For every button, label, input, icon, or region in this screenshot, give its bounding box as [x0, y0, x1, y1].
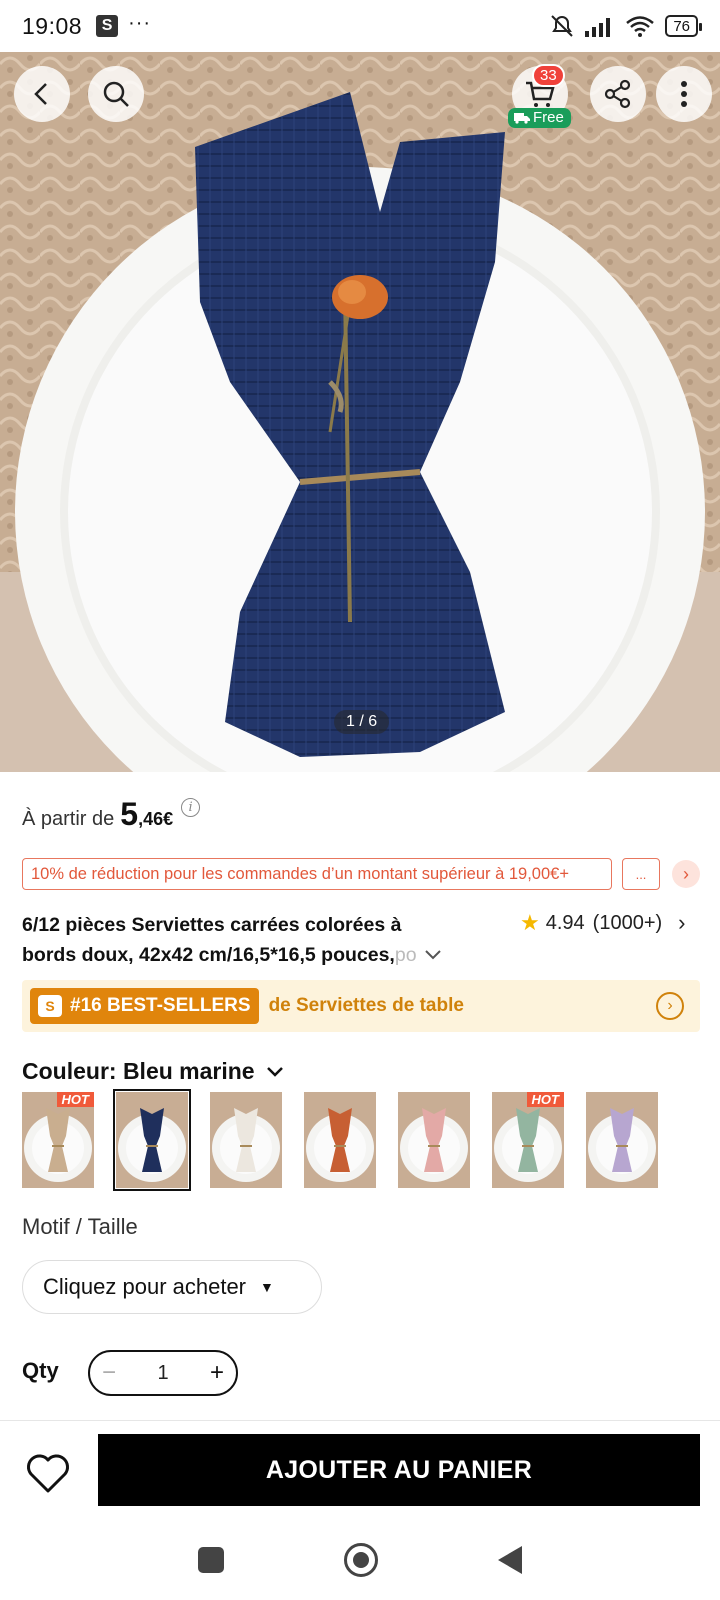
status-bar: 19:08 S ··· 76 [0, 0, 720, 52]
price-main: 5 [120, 796, 139, 832]
add-to-cart-button[interactable]: AJOUTER AU PANIER [98, 1434, 700, 1506]
wifi-icon [626, 16, 655, 37]
color-swatch-lavender[interactable] [586, 1092, 658, 1188]
cart-count-badge: 33 [532, 64, 565, 87]
promo-text: 10% de réduction pour les commandes d’un… [31, 864, 569, 883]
chevron-right-icon: › [683, 863, 689, 884]
share-icon [604, 79, 631, 109]
title-line-2: bords doux, 42x42 cm/16,5*16,5 pouces, p… [22, 940, 467, 970]
color-swatch-pink[interactable] [398, 1092, 470, 1188]
color-swatch-beige[interactable]: HOT [22, 1092, 94, 1188]
product-image-carousel[interactable]: 33 Free 1 / 6 [0, 52, 720, 772]
chevron-down-icon [266, 1066, 283, 1077]
bestseller-category: de Serviettes de table [268, 995, 464, 1016]
info-icon[interactable]: i [181, 798, 201, 817]
qty-value[interactable]: 1 [157, 1362, 168, 1385]
qty-decrease-button[interactable]: − [102, 1359, 116, 1387]
rating[interactable]: ★ 4.94 (1000+) › [520, 910, 686, 936]
status-icons: 76 [549, 14, 702, 38]
free-label: Free [533, 109, 564, 126]
search-icon [103, 81, 129, 107]
status-time: 19:08 [22, 12, 83, 39]
more-options-button[interactable] [656, 66, 712, 122]
price-prefix: À partir de [22, 808, 115, 830]
hot-tag: HOT [56, 1092, 94, 1107]
mute-icon [551, 15, 574, 37]
home-icon[interactable] [344, 1543, 378, 1577]
battery-icon: 76 [665, 15, 702, 37]
signal-icon [585, 18, 611, 37]
star-icon: ★ [520, 910, 540, 935]
free-shipping-badge: Free [508, 108, 571, 128]
swatch-thumbnail [210, 1092, 282, 1188]
color-swatch-navy[interactable] [113, 1089, 191, 1191]
chevron-right-circle-icon[interactable]: › [656, 992, 684, 1020]
review-count: (1000+) [592, 911, 663, 934]
color-swatch-sage[interactable]: HOT [492, 1092, 564, 1188]
share-button[interactable] [590, 66, 646, 122]
bestseller-banner[interactable]: S #16 BEST-SELLERS de Serviettes de tabl… [22, 980, 700, 1032]
swatch-thumbnail [116, 1092, 188, 1188]
chevron-left-icon [34, 83, 47, 105]
more-notifications-icon: ··· [128, 11, 152, 34]
back-button[interactable] [14, 66, 70, 122]
bestseller-badge: S #16 BEST-SELLERS [30, 988, 259, 1024]
product-photo [0, 52, 720, 772]
product-title[interactable]: 6/12 pièces Serviettes carrées colorées … [22, 910, 467, 970]
truck-icon [514, 112, 530, 124]
chevron-down-icon[interactable] [423, 948, 443, 962]
system-nav-bar [0, 1520, 720, 1600]
wishlist-button[interactable] [22, 1448, 74, 1500]
bestseller-rank: #16 BEST-SELLERS [70, 995, 251, 1016]
color-swatch-white[interactable] [210, 1092, 282, 1188]
more-vertical-icon [681, 81, 687, 107]
title-truncated-text: po [394, 944, 417, 966]
promo-more-button[interactable]: ... [622, 858, 660, 890]
quantity-stepper: − 1 + [88, 1350, 238, 1396]
promo-banner[interactable]: 10% de réduction pour les commandes d’un… [22, 858, 612, 890]
chevron-right-icon: › [678, 910, 686, 935]
image-counter: 1 / 6 [334, 710, 390, 734]
title-line-1: 6/12 pièces Serviettes carrées colorées … [22, 914, 402, 936]
search-button[interactable] [88, 66, 144, 122]
back-triangle-icon[interactable] [498, 1546, 522, 1574]
motif-select-text: Cliquez pour acheter [43, 1274, 247, 1299]
swatch-thumbnail [398, 1092, 470, 1188]
color-label-text: Couleur: Bleu marine [22, 1058, 255, 1084]
promo-arrow-button[interactable]: › [672, 860, 700, 888]
app-notification-icon: S [96, 15, 119, 37]
trophy-icon: S [38, 995, 62, 1017]
motif-label: Motif / Taille [22, 1214, 138, 1239]
color-selector-label[interactable]: Couleur: Bleu marine [22, 1058, 285, 1085]
qty-increase-button[interactable]: + [210, 1359, 224, 1387]
price-row: À partir de 5 ,46€ i [22, 796, 201, 833]
swatch-thumbnail [586, 1092, 658, 1188]
recents-icon[interactable] [198, 1547, 224, 1573]
hot-tag: HOT [526, 1092, 564, 1107]
caret-down-icon: ▼ [260, 1279, 274, 1295]
title-line-2-text: bords doux, 42x42 cm/16,5*16,5 pouces, [22, 944, 395, 966]
motif-size-dropdown[interactable]: Cliquez pour acheter ▼ [22, 1260, 322, 1314]
color-swatch-rust[interactable] [304, 1092, 376, 1188]
heart-icon [27, 1454, 69, 1493]
swatch-thumbnail [304, 1092, 376, 1188]
price-decimal: ,46€ [138, 809, 174, 829]
qty-label: Qty [22, 1358, 59, 1383]
bottom-divider [0, 1420, 720, 1421]
rating-value: 4.94 [545, 911, 585, 934]
